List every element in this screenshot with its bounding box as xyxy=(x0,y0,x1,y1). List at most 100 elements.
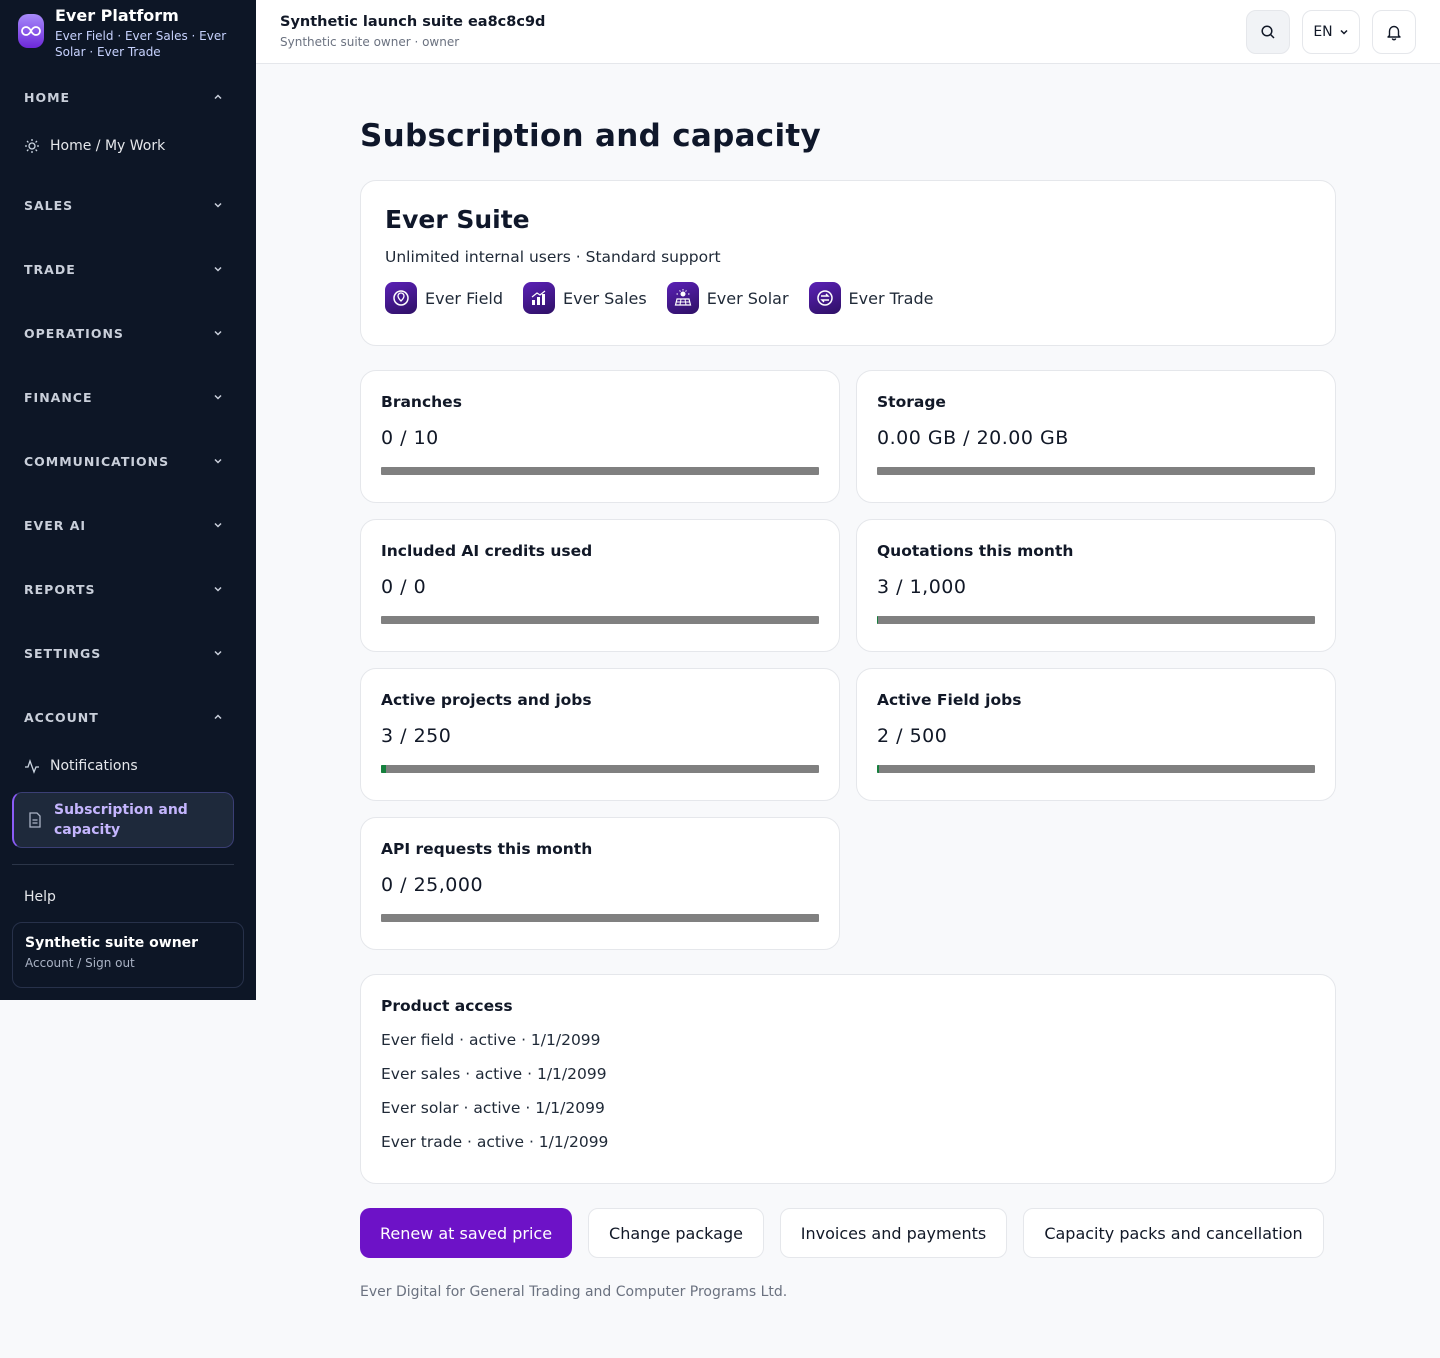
user-card[interactable]: Synthetic suite owner Account / Sign out xyxy=(12,922,244,988)
footer-company: Ever Digital for General Trading and Com… xyxy=(360,1284,788,1300)
section-finance[interactable]: FINANCE xyxy=(24,387,224,407)
ever-sales-icon xyxy=(523,282,556,314)
metric-value: 3 / 1,000 xyxy=(877,576,967,598)
sidebar-item-subscription[interactable]: Subscription and capacity xyxy=(12,792,234,848)
metric-field-jobs: Active Field jobs 2 / 500 xyxy=(856,668,1336,801)
metric-value: 0 / 10 xyxy=(381,427,439,449)
section-communications-label: COMMUNICATIONS xyxy=(24,453,170,469)
search-icon xyxy=(1261,25,1275,39)
product-ever-field: Ever Field xyxy=(385,282,503,314)
progress-bar xyxy=(381,467,819,475)
progress-bar xyxy=(877,765,1315,773)
chevron-up-icon xyxy=(214,714,222,720)
section-settings-label: SETTINGS xyxy=(24,645,102,661)
chevron-down-icon xyxy=(1340,29,1348,35)
product-access-title: Product access xyxy=(381,997,513,1015)
product-list: Ever Field Ever Sales Ever Solar Ever Tr… xyxy=(385,282,1311,314)
metric-label: Included AI credits used xyxy=(381,542,593,560)
section-reports-label: REPORTS xyxy=(24,581,96,597)
notifications-button[interactable] xyxy=(1372,10,1416,54)
progress-bar xyxy=(877,467,1315,475)
section-reports[interactable]: REPORTS xyxy=(24,579,224,599)
product-name: Ever Field xyxy=(425,288,504,308)
section-finance-label: FINANCE xyxy=(24,389,93,405)
metric-value: 2 / 500 xyxy=(877,725,948,747)
metric-quotations: Quotations this month 3 / 1,000 xyxy=(856,519,1336,652)
access-line: Ever solar · active · 1/1/2099 xyxy=(381,1099,605,1117)
section-sales-label: SALES xyxy=(24,197,74,213)
access-line: Ever trade · active · 1/1/2099 xyxy=(381,1133,609,1151)
metric-value: 3 / 250 xyxy=(381,725,452,747)
chevron-down-icon xyxy=(214,458,222,464)
renew-button[interactable]: Renew at saved price xyxy=(360,1208,572,1258)
infinity-logo-icon xyxy=(18,14,44,48)
sidebar-item-label: Notifications xyxy=(50,758,138,774)
progress-bar xyxy=(381,914,819,922)
progress-fill xyxy=(877,765,879,773)
metric-label: Branches xyxy=(381,393,462,411)
sidebar-item-label: Home / My Work xyxy=(50,138,166,154)
progress-fill xyxy=(381,765,387,773)
language-value: EN xyxy=(1313,24,1333,40)
product-name: Ever Trade xyxy=(848,288,934,308)
metric-api-requests: API requests this month 0 / 25,000 xyxy=(360,817,840,950)
user-name: Synthetic suite owner xyxy=(25,935,199,951)
section-operations[interactable]: OPERATIONS xyxy=(24,323,224,343)
sidebar-divider xyxy=(12,864,234,865)
help-link[interactable]: Help xyxy=(24,889,56,905)
metric-ai-credits: Included AI credits used 0 / 0 xyxy=(360,519,840,652)
search-button[interactable] xyxy=(1246,10,1290,54)
metric-value: 0 / 25,000 xyxy=(381,874,484,896)
sidebar-item-home-my-work[interactable]: Home / My Work xyxy=(24,135,165,157)
page-title: Subscription and capacity xyxy=(360,118,822,154)
document-icon xyxy=(29,812,41,828)
ever-field-icon xyxy=(385,282,417,314)
access-line: Ever field · active · 1/1/2099 xyxy=(381,1031,601,1049)
product-name: Ever Sales xyxy=(563,288,647,308)
brand-title: Ever Platform xyxy=(55,6,179,25)
capacity-packs-button[interactable]: Capacity packs and cancellation xyxy=(1023,1208,1324,1258)
section-communications[interactable]: COMMUNICATIONS xyxy=(24,451,224,471)
chevron-down-icon xyxy=(214,202,222,208)
section-operations-label: OPERATIONS xyxy=(24,325,124,341)
bell-icon xyxy=(1387,25,1401,41)
chevron-down-icon xyxy=(214,330,222,336)
ever-trade-icon xyxy=(808,282,841,314)
section-sales[interactable]: SALES xyxy=(24,195,224,215)
sidebar-item-label: Subscription and capacity xyxy=(54,802,188,838)
chevron-up-icon xyxy=(214,94,222,100)
section-home-label: HOME xyxy=(24,89,71,105)
language-select[interactable]: EN xyxy=(1302,10,1360,54)
suite-description: Unlimited internal users · Standard supp… xyxy=(385,248,721,266)
change-package-button[interactable]: Change package xyxy=(588,1208,764,1258)
section-ever-ai-label: EVER AI xyxy=(24,517,87,533)
metric-label: Active Field jobs xyxy=(877,691,1022,709)
workspace-title: Synthetic launch suite ea8c8c9d xyxy=(280,14,546,30)
workspace-subtitle: Synthetic suite owner · owner xyxy=(280,35,460,49)
progress-bar xyxy=(381,616,819,624)
metric-value: 0.00 GB / 20.00 GB xyxy=(877,427,1069,449)
ever-solar-icon xyxy=(666,282,699,314)
sidebar: Ever Platform Ever Field · Ever Sales · … xyxy=(0,0,256,1000)
section-trade[interactable]: TRADE xyxy=(24,259,224,279)
metric-label: Active projects and jobs xyxy=(381,691,592,709)
section-home[interactable]: HOME xyxy=(24,87,224,107)
section-trade-label: TRADE xyxy=(24,261,76,277)
product-ever-sales: Ever Sales xyxy=(523,282,647,314)
top-bar: Synthetic launch suite ea8c8c9d Syntheti… xyxy=(256,0,1440,64)
progress-bar xyxy=(381,765,819,773)
sidebar-item-notifications[interactable]: Notifications xyxy=(24,755,138,777)
section-ever-ai[interactable]: EVER AI xyxy=(24,515,224,535)
suite-name: Ever Suite xyxy=(385,205,530,234)
brand-subtitle: Ever Field · Ever Sales · Ever Solar · E… xyxy=(55,29,227,59)
section-account[interactable]: ACCOUNT xyxy=(24,707,224,727)
suite-card: Ever Suite Unlimited internal users · St… xyxy=(360,180,1336,346)
progress-fill xyxy=(877,616,879,624)
chevron-down-icon xyxy=(214,394,222,400)
invoices-payments-button[interactable]: Invoices and payments xyxy=(780,1208,1007,1258)
section-settings[interactable]: SETTINGS xyxy=(24,643,224,663)
metric-label: Storage xyxy=(877,393,946,411)
access-line: Ever sales · active · 1/1/2099 xyxy=(381,1065,607,1083)
account-sign-out-link[interactable]: Account / Sign out xyxy=(25,956,231,970)
chevron-down-icon xyxy=(214,650,222,656)
